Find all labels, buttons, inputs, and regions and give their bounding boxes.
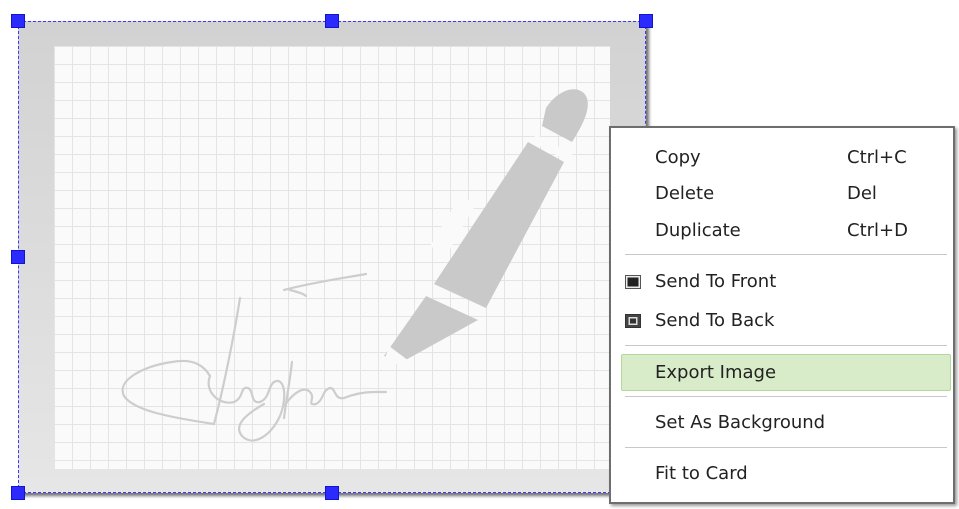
resize-handle-bottom-left[interactable] [11,486,25,500]
menu-separator [625,447,947,448]
menu-item-duplicate[interactable]: Duplicate Ctrl+D [621,216,951,246]
menu-separator [625,345,947,346]
menu-item-label: Send To Front [655,271,777,292]
menu-item-label: Fit to Card [655,463,748,484]
signature-pen-icon [121,89,588,442]
menu-item-label: Copy [655,147,701,168]
menu-separator [625,396,947,397]
image-canvas [54,46,610,469]
resize-handle-left[interactable] [11,250,25,264]
send-to-front-icon [625,275,641,289]
menu-item-set-as-background[interactable]: Set As Background [621,408,951,438]
resize-handle-top[interactable] [325,14,339,28]
context-menu: Copy Ctrl+C Delete Del Duplicate Ctrl+D … [609,126,955,504]
menu-item-label: Set As Background [655,412,826,433]
menu-item-copy[interactable]: Copy Ctrl+C [621,143,951,173]
selected-image[interactable] [18,21,646,493]
resize-handle-top-right[interactable] [639,14,653,28]
menu-item-label: Duplicate [655,220,741,241]
menu-item-shortcut: Del [847,183,877,204]
menu-item-send-to-front[interactable]: Send To Front [621,267,951,297]
menu-item-send-to-back[interactable]: Send To Back [621,306,951,336]
menu-item-export-image[interactable]: Export Image [621,354,951,391]
menu-item-label: Delete [655,183,715,204]
menu-item-shortcut: Ctrl+C [847,147,907,168]
menu-item-delete[interactable]: Delete Del [621,179,951,209]
menu-item-label: Export Image [655,362,777,383]
resize-handle-top-left[interactable] [11,14,25,28]
menu-item-label: Send To Back [655,310,775,331]
menu-item-shortcut: Ctrl+D [847,220,908,241]
menu-separator [625,254,947,255]
menu-item-fit-to-card[interactable]: Fit to Card [621,459,951,489]
resize-handle-bottom[interactable] [325,486,339,500]
send-to-back-icon [625,314,641,328]
